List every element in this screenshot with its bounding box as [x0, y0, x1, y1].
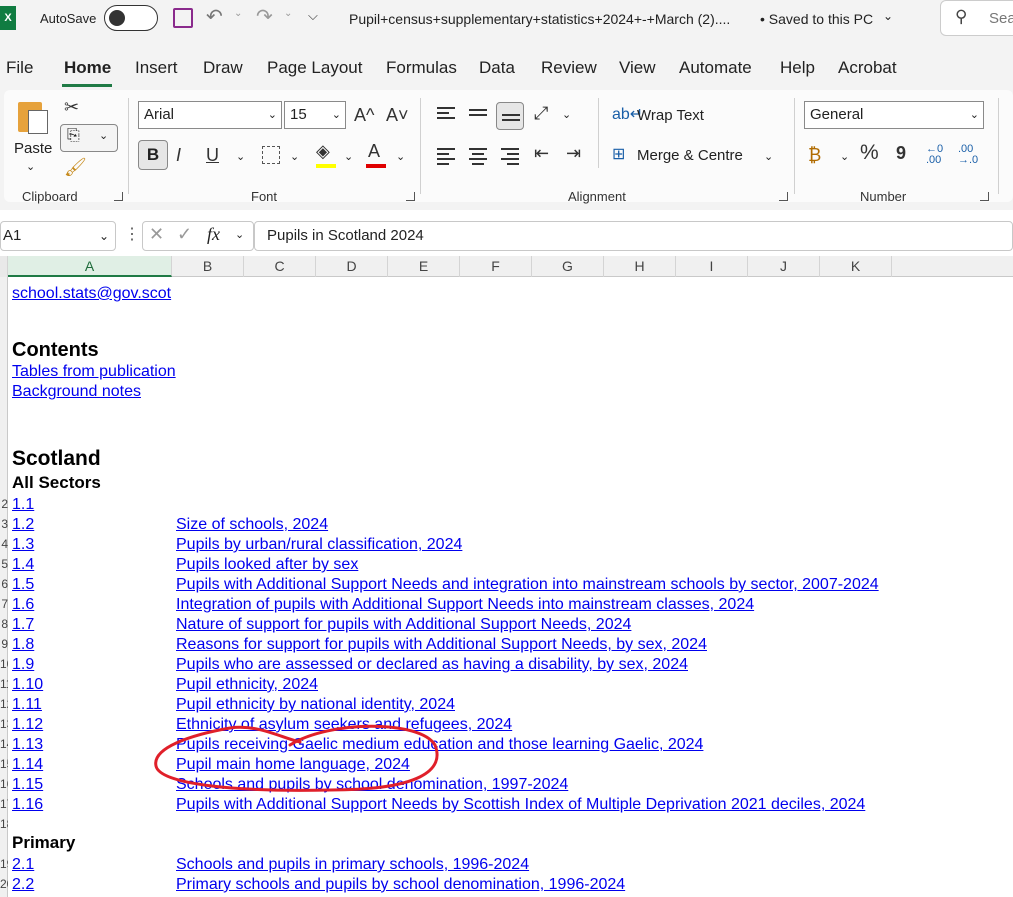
- annotation-circle: [154, 724, 439, 792]
